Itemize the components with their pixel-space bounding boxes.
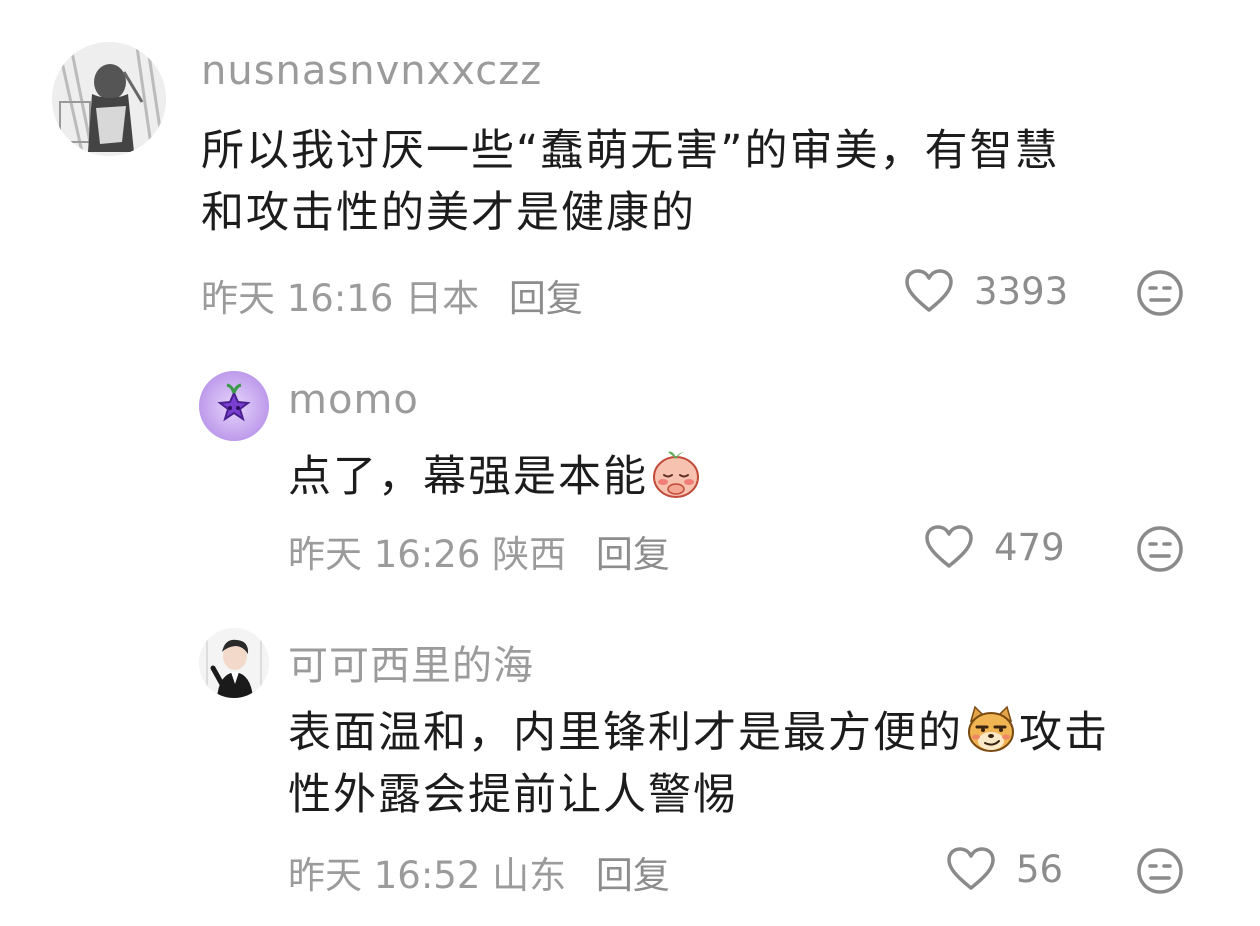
neutral-face-icon <box>1137 526 1183 572</box>
comment-text-line: 和攻击性的美才是健康的 <box>201 188 696 238</box>
reply-button[interactable]: 回复 <box>596 854 670 897</box>
username[interactable]: 可可西里的海 <box>288 633 534 691</box>
username[interactable]: momo <box>288 377 419 423</box>
avatar-sketch-person-icon <box>52 42 166 156</box>
neutral-face-icon <box>1137 270 1183 316</box>
comment-meta: 昨天 16:52 山东 回复 <box>288 845 670 899</box>
comment-text-segment: 点了，幕强是本能 <box>288 452 648 502</box>
like-button[interactable]: 3393 <box>904 266 1068 316</box>
comment-time: 昨天 16:52 <box>288 854 481 897</box>
username[interactable]: nusnasnvnxxczz <box>201 48 542 94</box>
user-avatar[interactable] <box>199 628 269 698</box>
neutral-face-icon <box>1137 848 1183 894</box>
comment-text: 表面温和，内里锋利才是最方便的 攻击 性外露会提前让人警惕 <box>288 702 1109 826</box>
comment-time: 昨天 16:26 <box>288 533 481 576</box>
smirking-dog-emoji-icon <box>965 703 1017 755</box>
heart-icon <box>925 525 973 568</box>
like-button[interactable]: 479 <box>924 522 1065 572</box>
comment-location: 陕西 <box>492 533 567 576</box>
dislike-button[interactable] <box>1135 524 1185 574</box>
comment-location: 山东 <box>492 854 567 897</box>
like-count: 56 <box>1016 847 1064 891</box>
like-count: 3393 <box>974 269 1069 313</box>
avatar-purple-star-icon <box>199 371 269 441</box>
comment-text-segment: 表面温和，内里锋利才是最方便的 <box>288 708 963 758</box>
avatar-man-portrait-icon <box>199 628 269 698</box>
comment-text-segment: 攻击 <box>1019 708 1109 758</box>
user-avatar[interactable] <box>199 371 269 441</box>
comment-text-line: 性外露会提前让人警惕 <box>288 770 738 820</box>
reply-button[interactable]: 回复 <box>509 277 583 320</box>
user-avatar[interactable] <box>52 42 166 156</box>
comment-text-line: 所以我讨厌一些“蠢萌无害”的审美，有智慧 <box>201 126 1060 176</box>
heart-icon <box>947 847 995 890</box>
like-count: 479 <box>994 525 1065 569</box>
comment-meta: 昨天 16:16 日本 回复 <box>201 268 583 322</box>
reply-button[interactable]: 回复 <box>596 533 670 576</box>
comment-meta: 昨天 16:26 陕西 回复 <box>288 524 670 578</box>
blushing-peach-emoji-icon <box>650 447 702 499</box>
dislike-button[interactable] <box>1135 268 1185 318</box>
heart-icon <box>905 269 953 312</box>
dislike-button[interactable] <box>1135 846 1185 896</box>
comment-text-line: 表面温和，内里锋利才是最方便的 攻击 <box>288 702 1109 764</box>
comment-text: 所以我讨厌一些“蠢萌无害”的审美，有智慧 和攻击性的美才是健康的 <box>201 120 1060 244</box>
comment-text-line: 点了，幕强是本能 <box>288 446 704 508</box>
comment-location: 日本 <box>405 277 480 320</box>
comment-text: 点了，幕强是本能 <box>288 446 704 508</box>
like-button[interactable]: 56 <box>946 844 1063 894</box>
comment-time: 昨天 16:16 <box>201 277 394 320</box>
